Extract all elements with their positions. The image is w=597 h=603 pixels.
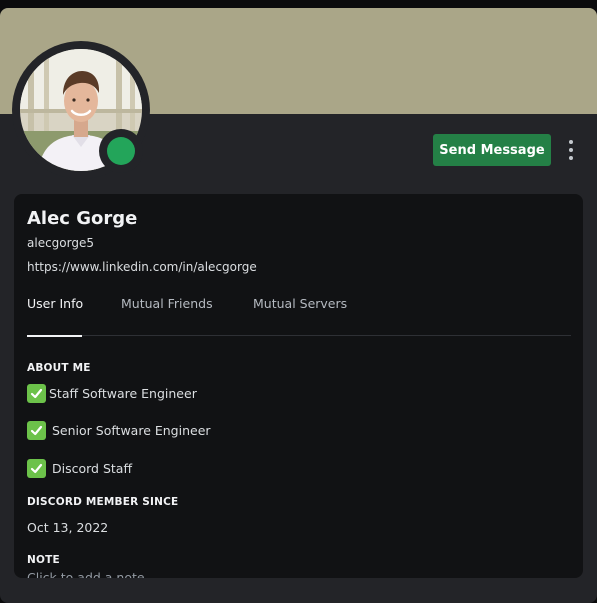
check-mark-icon xyxy=(27,384,46,403)
tab-mutual-friends[interactable]: Mutual Friends xyxy=(121,296,213,336)
member-since-heading: DISCORD MEMBER SINCE xyxy=(27,496,179,508)
about-me-line: Staff Software Engineer xyxy=(27,384,197,403)
about-me-line: Discord Staff xyxy=(27,459,132,478)
display-name: Alec Gorge xyxy=(27,208,138,229)
note-heading: NOTE xyxy=(27,554,60,566)
about-me-heading: ABOUT ME xyxy=(27,362,91,374)
profile-link[interactable]: https://www.linkedin.com/in/alecgorge xyxy=(27,260,257,274)
check-mark-icon xyxy=(27,421,46,440)
note-input[interactable]: Click to add a note xyxy=(27,570,145,578)
more-options-button[interactable] xyxy=(560,137,582,163)
tab-mutual-servers[interactable]: Mutual Servers xyxy=(253,296,347,336)
online-status-icon xyxy=(107,137,135,165)
active-tab-underline xyxy=(27,335,82,337)
send-message-button[interactable]: Send Message xyxy=(433,134,551,166)
vertical-ellipsis-icon xyxy=(569,140,573,144)
check-mark-icon xyxy=(27,459,46,478)
profile-tabs: User Info Mutual Friends Mutual Servers xyxy=(27,296,571,337)
tab-user-info[interactable]: User Info xyxy=(27,296,83,337)
user-profile-card: Send Message Alec Gorge alecgorge5 https… xyxy=(0,8,597,603)
username: alecgorge5 xyxy=(27,236,94,250)
status-indicator xyxy=(99,129,143,173)
profile-details-panel: Alec Gorge alecgorge5 https://www.linked… xyxy=(14,194,583,578)
about-me-line: Senior Software Engineer xyxy=(27,421,211,440)
member-since-date: Oct 13, 2022 xyxy=(27,520,109,535)
